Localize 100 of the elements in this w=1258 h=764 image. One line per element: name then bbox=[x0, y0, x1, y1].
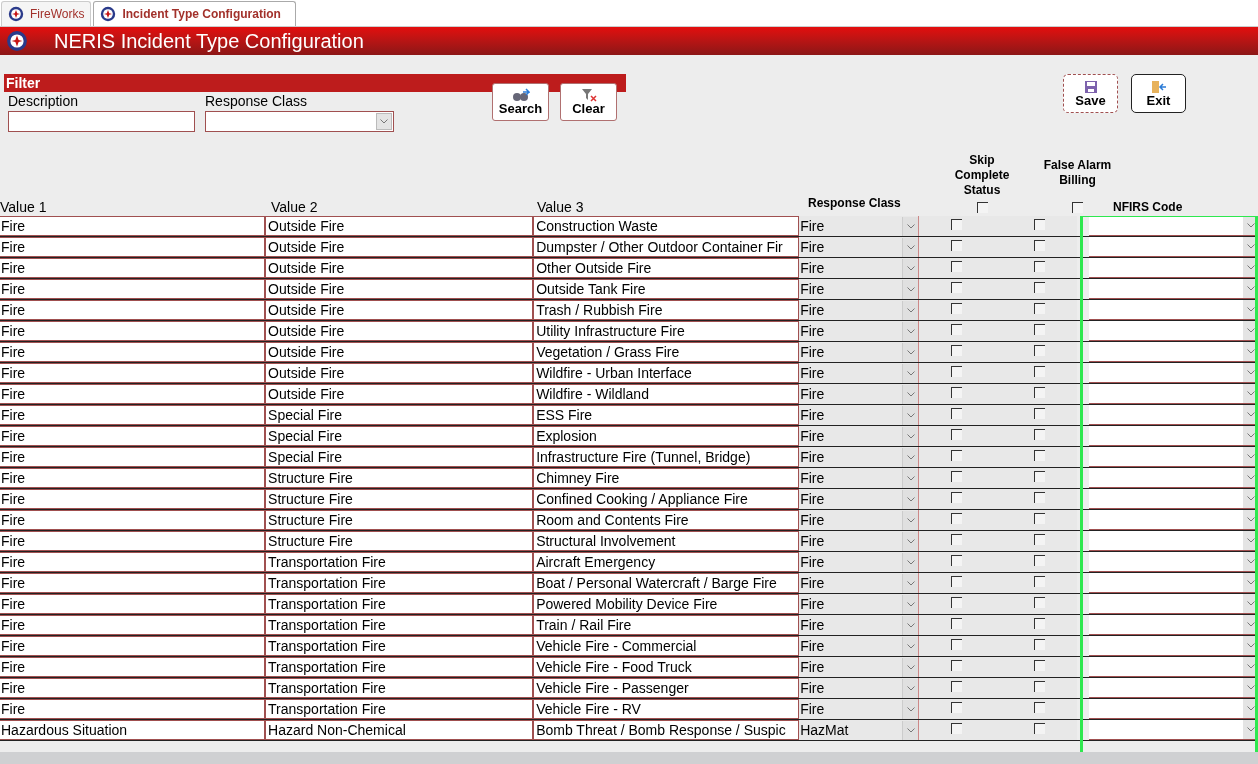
nfirs-code-dropdown[interactable] bbox=[1089, 384, 1258, 404]
nfirs-code-dropdown[interactable] bbox=[1089, 594, 1258, 614]
checkbox[interactable] bbox=[1034, 366, 1046, 377]
nfirs-code-dropdown[interactable] bbox=[1089, 279, 1258, 299]
checkbox[interactable] bbox=[1034, 597, 1046, 608]
toolbar-button[interactable]: Save bbox=[1063, 74, 1118, 113]
checkbox[interactable] bbox=[951, 702, 963, 713]
nfirs-code-dropdown[interactable] bbox=[1089, 447, 1258, 467]
response-class-dropdown[interactable]: Fire bbox=[799, 489, 920, 509]
checkbox[interactable] bbox=[1034, 450, 1046, 461]
checkbox[interactable] bbox=[951, 660, 963, 671]
checkbox[interactable] bbox=[951, 261, 963, 272]
response-class-dropdown[interactable]: HazMat bbox=[799, 720, 920, 740]
checkbox[interactable] bbox=[1034, 387, 1046, 398]
checkbox[interactable] bbox=[1034, 702, 1046, 713]
checkbox[interactable] bbox=[951, 576, 963, 587]
checkbox[interactable] bbox=[951, 324, 963, 335]
toolbar-button[interactable]: Exit bbox=[1131, 74, 1186, 113]
checkbox[interactable] bbox=[951, 387, 963, 398]
checkbox[interactable] bbox=[951, 303, 963, 314]
response-class-dropdown[interactable]: Fire bbox=[799, 615, 920, 635]
checkbox[interactable] bbox=[951, 555, 963, 566]
nfirs-code-dropdown[interactable] bbox=[1089, 237, 1258, 257]
response-class-dropdown[interactable]: Fire bbox=[799, 363, 920, 383]
checkbox[interactable] bbox=[1034, 282, 1046, 293]
response-class-dropdown[interactable]: Fire bbox=[799, 258, 920, 278]
response-class-dropdown[interactable]: Fire bbox=[799, 468, 920, 488]
response-class-dropdown[interactable]: Fire bbox=[799, 405, 920, 425]
nfirs-code-dropdown[interactable] bbox=[1089, 426, 1258, 446]
nfirs-code-dropdown[interactable] bbox=[1089, 573, 1258, 593]
nfirs-code-dropdown[interactable] bbox=[1089, 300, 1258, 320]
checkbox[interactable] bbox=[951, 681, 963, 692]
checkbox[interactable] bbox=[1034, 240, 1046, 251]
nfirs-code-dropdown[interactable] bbox=[1089, 489, 1258, 509]
checkbox[interactable] bbox=[951, 534, 963, 545]
checkbox[interactable] bbox=[951, 450, 963, 461]
checkbox[interactable] bbox=[976, 202, 988, 213]
response-class-dropdown[interactable]: Fire bbox=[799, 552, 920, 572]
checkbox[interactable] bbox=[1034, 681, 1046, 692]
nfirs-code-dropdown[interactable] bbox=[1089, 636, 1258, 656]
checkbox[interactable] bbox=[1034, 303, 1046, 314]
toolbar-button[interactable]: Clear bbox=[560, 83, 617, 121]
response-class-dropdown[interactable]: Fire bbox=[799, 678, 920, 698]
nfirs-code-dropdown[interactable] bbox=[1089, 678, 1258, 698]
nfirs-code-dropdown[interactable] bbox=[1089, 342, 1258, 362]
checkbox[interactable] bbox=[951, 408, 963, 419]
response-class-dropdown[interactable]: Fire bbox=[799, 447, 920, 467]
response-class-dropdown[interactable]: Fire bbox=[799, 237, 920, 257]
checkbox[interactable] bbox=[1034, 723, 1046, 734]
description-field[interactable] bbox=[8, 111, 195, 132]
checkbox[interactable] bbox=[951, 513, 963, 524]
checkbox[interactable] bbox=[1034, 219, 1046, 230]
response-class-dropdown[interactable]: Fire bbox=[799, 426, 920, 446]
response-class-dropdown[interactable]: Fire bbox=[799, 636, 920, 656]
response-class-dropdown[interactable]: Fire bbox=[799, 531, 920, 551]
document-tab[interactable]: Incident Type Configuration bbox=[93, 1, 296, 26]
checkbox[interactable] bbox=[951, 471, 963, 482]
response-class-dropdown[interactable]: Fire bbox=[799, 321, 920, 341]
checkbox[interactable] bbox=[951, 219, 963, 230]
nfirs-code-dropdown[interactable] bbox=[1089, 258, 1258, 278]
checkbox[interactable] bbox=[1072, 202, 1083, 213]
checkbox[interactable] bbox=[1034, 408, 1046, 419]
nfirs-code-dropdown[interactable] bbox=[1089, 321, 1258, 341]
checkbox[interactable] bbox=[951, 366, 963, 377]
checkbox[interactable] bbox=[1034, 534, 1046, 545]
response-class-dropdown[interactable]: Fire bbox=[799, 573, 920, 593]
response-class-dropdown[interactable] bbox=[205, 111, 394, 132]
checkbox[interactable] bbox=[951, 723, 963, 734]
checkbox[interactable] bbox=[951, 639, 963, 650]
checkbox[interactable] bbox=[1034, 492, 1046, 503]
response-class-dropdown[interactable]: Fire bbox=[799, 384, 920, 404]
response-class-dropdown[interactable]: Fire bbox=[799, 594, 920, 614]
checkbox[interactable] bbox=[1034, 555, 1046, 566]
nfirs-code-dropdown[interactable] bbox=[1089, 510, 1258, 530]
checkbox[interactable] bbox=[1034, 660, 1046, 671]
checkbox[interactable] bbox=[951, 282, 963, 293]
response-class-dropdown[interactable]: Fire bbox=[799, 342, 920, 362]
response-class-dropdown[interactable]: Fire bbox=[799, 300, 920, 320]
response-class-dropdown[interactable]: Fire bbox=[799, 510, 920, 530]
response-class-dropdown[interactable]: Fire bbox=[799, 657, 920, 677]
nfirs-code-dropdown[interactable] bbox=[1089, 363, 1258, 383]
checkbox[interactable] bbox=[1034, 429, 1046, 440]
checkbox[interactable] bbox=[951, 429, 963, 440]
checkbox[interactable] bbox=[1034, 639, 1046, 650]
response-class-dropdown[interactable]: Fire bbox=[799, 216, 920, 236]
checkbox[interactable] bbox=[951, 240, 963, 251]
checkbox[interactable] bbox=[1034, 324, 1046, 335]
checkbox[interactable] bbox=[1034, 471, 1046, 482]
nfirs-code-dropdown[interactable] bbox=[1089, 720, 1258, 740]
checkbox[interactable] bbox=[951, 492, 963, 503]
toolbar-button[interactable]: Search bbox=[492, 83, 549, 121]
response-class-dropdown[interactable]: Fire bbox=[799, 699, 920, 719]
document-tab[interactable]: FireWorks bbox=[1, 1, 92, 26]
response-class-dropdown[interactable]: Fire bbox=[799, 279, 920, 299]
nfirs-code-dropdown[interactable] bbox=[1089, 615, 1258, 635]
nfirs-code-dropdown[interactable] bbox=[1089, 405, 1258, 425]
checkbox[interactable] bbox=[1034, 618, 1046, 629]
checkbox[interactable] bbox=[951, 345, 963, 356]
nfirs-code-dropdown[interactable] bbox=[1089, 699, 1258, 719]
nfirs-code-dropdown[interactable] bbox=[1089, 531, 1258, 551]
